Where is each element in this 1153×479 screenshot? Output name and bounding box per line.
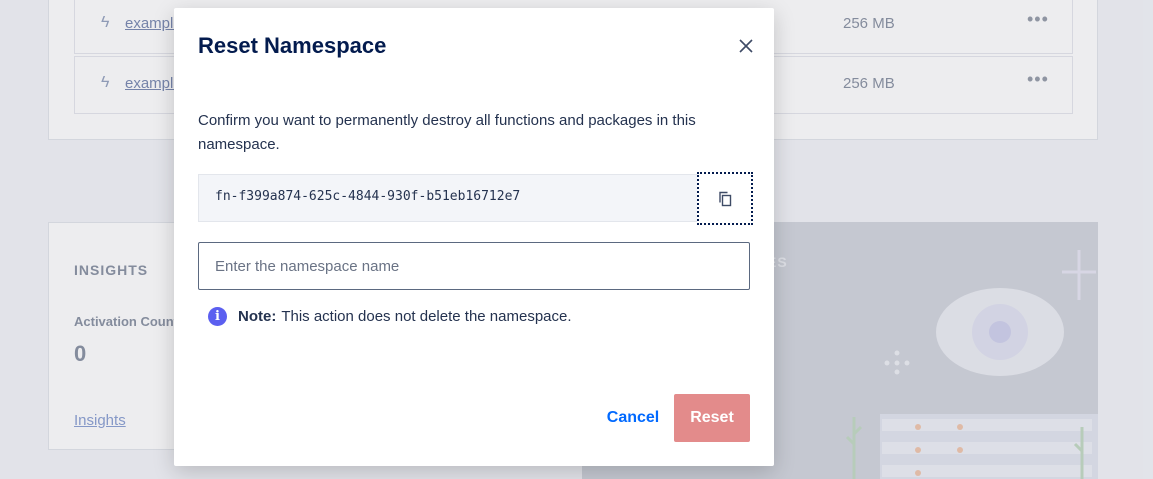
cancel-button[interactable]: Cancel	[598, 394, 668, 442]
note-label: Note:	[238, 308, 277, 325]
close-button[interactable]	[734, 34, 758, 58]
close-icon	[739, 39, 753, 53]
namespace-id-box: fn-f399a874-625c-4844-930f-b51eb16712e7	[198, 174, 698, 222]
note: i Note: This action does not delete the …	[208, 307, 572, 326]
info-icon: i	[208, 307, 227, 326]
dialog-message: Confirm you want to permanently destroy …	[198, 112, 696, 153]
namespace-id-copy-field: fn-f399a874-625c-4844-930f-b51eb16712e7	[198, 172, 753, 225]
namespace-id-value: fn-f399a874-625c-4844-930f-b51eb16712e7	[215, 189, 521, 204]
copy-button[interactable]	[697, 172, 753, 225]
reset-button[interactable]: Reset	[674, 394, 750, 442]
reset-namespace-dialog: Reset Namespace Confirm you want to perm…	[174, 8, 774, 466]
dialog-title: Reset Namespace	[198, 33, 387, 58]
copy-icon	[719, 191, 732, 206]
namespace-name-input[interactable]	[198, 242, 750, 290]
note-text: This action does not delete the namespac…	[281, 308, 572, 325]
